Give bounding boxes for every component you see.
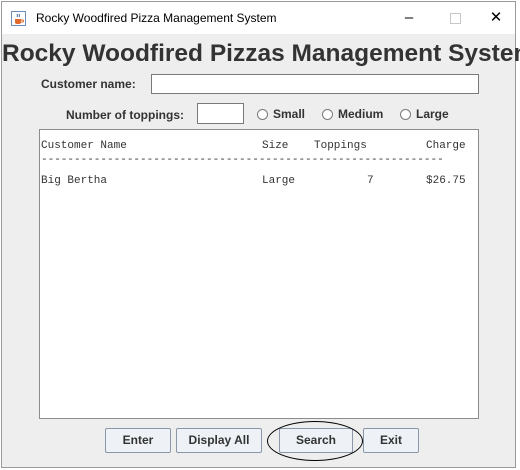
page-title: Rocky Woodfired Pizzas Management System	[2, 40, 520, 67]
size-small-radio[interactable]: Small	[257, 107, 305, 121]
row-toppings: 7	[367, 175, 374, 187]
search-button[interactable]: Search	[279, 428, 353, 453]
radio-circle[interactable]	[400, 108, 411, 120]
close-button[interactable]: ✕	[475, 5, 517, 31]
radio-circle[interactable]	[322, 108, 333, 120]
customer-name-input[interactable]	[151, 74, 479, 94]
header-size: Size	[262, 140, 289, 152]
enter-button[interactable]: Enter	[105, 428, 171, 453]
title-bar: Rocky Woodfired Pizza Management System …	[2, 2, 515, 34]
app-window: Rocky Woodfired Pizza Management System …	[1, 1, 520, 468]
header-charge: Charge	[426, 140, 466, 152]
row-charge: $26.75	[426, 175, 466, 187]
window-title: Rocky Woodfired Pizza Management System	[36, 11, 277, 25]
display-all-button[interactable]: Display All	[176, 428, 262, 453]
java-coffee-cup-icon	[11, 11, 26, 26]
radio-circle[interactable]	[257, 108, 268, 120]
exit-button[interactable]: Exit	[363, 428, 419, 453]
maximize-icon	[449, 12, 461, 24]
row-size: Large	[262, 175, 296, 187]
customer-name-label: Customer name:	[41, 77, 136, 91]
size-medium-label: Medium	[338, 107, 384, 121]
minimize-button[interactable]: –	[388, 5, 430, 31]
separator-line: ----------------------------------------…	[41, 154, 444, 166]
size-large-label: Large	[416, 107, 449, 121]
maximize-button[interactable]	[434, 5, 476, 31]
toppings-label: Number of toppings:	[66, 108, 184, 122]
header-toppings: Toppings	[314, 140, 367, 152]
size-small-label: Small	[273, 107, 306, 121]
toppings-input[interactable]	[197, 103, 244, 124]
output-text-area[interactable]: Customer Name Size Toppings Charge -----…	[39, 129, 479, 419]
row-customer-name: Big Bertha	[41, 175, 108, 187]
size-medium-radio[interactable]: Medium	[322, 107, 383, 121]
size-large-radio[interactable]: Large	[400, 107, 449, 121]
header-customer-name: Customer Name	[41, 140, 127, 152]
